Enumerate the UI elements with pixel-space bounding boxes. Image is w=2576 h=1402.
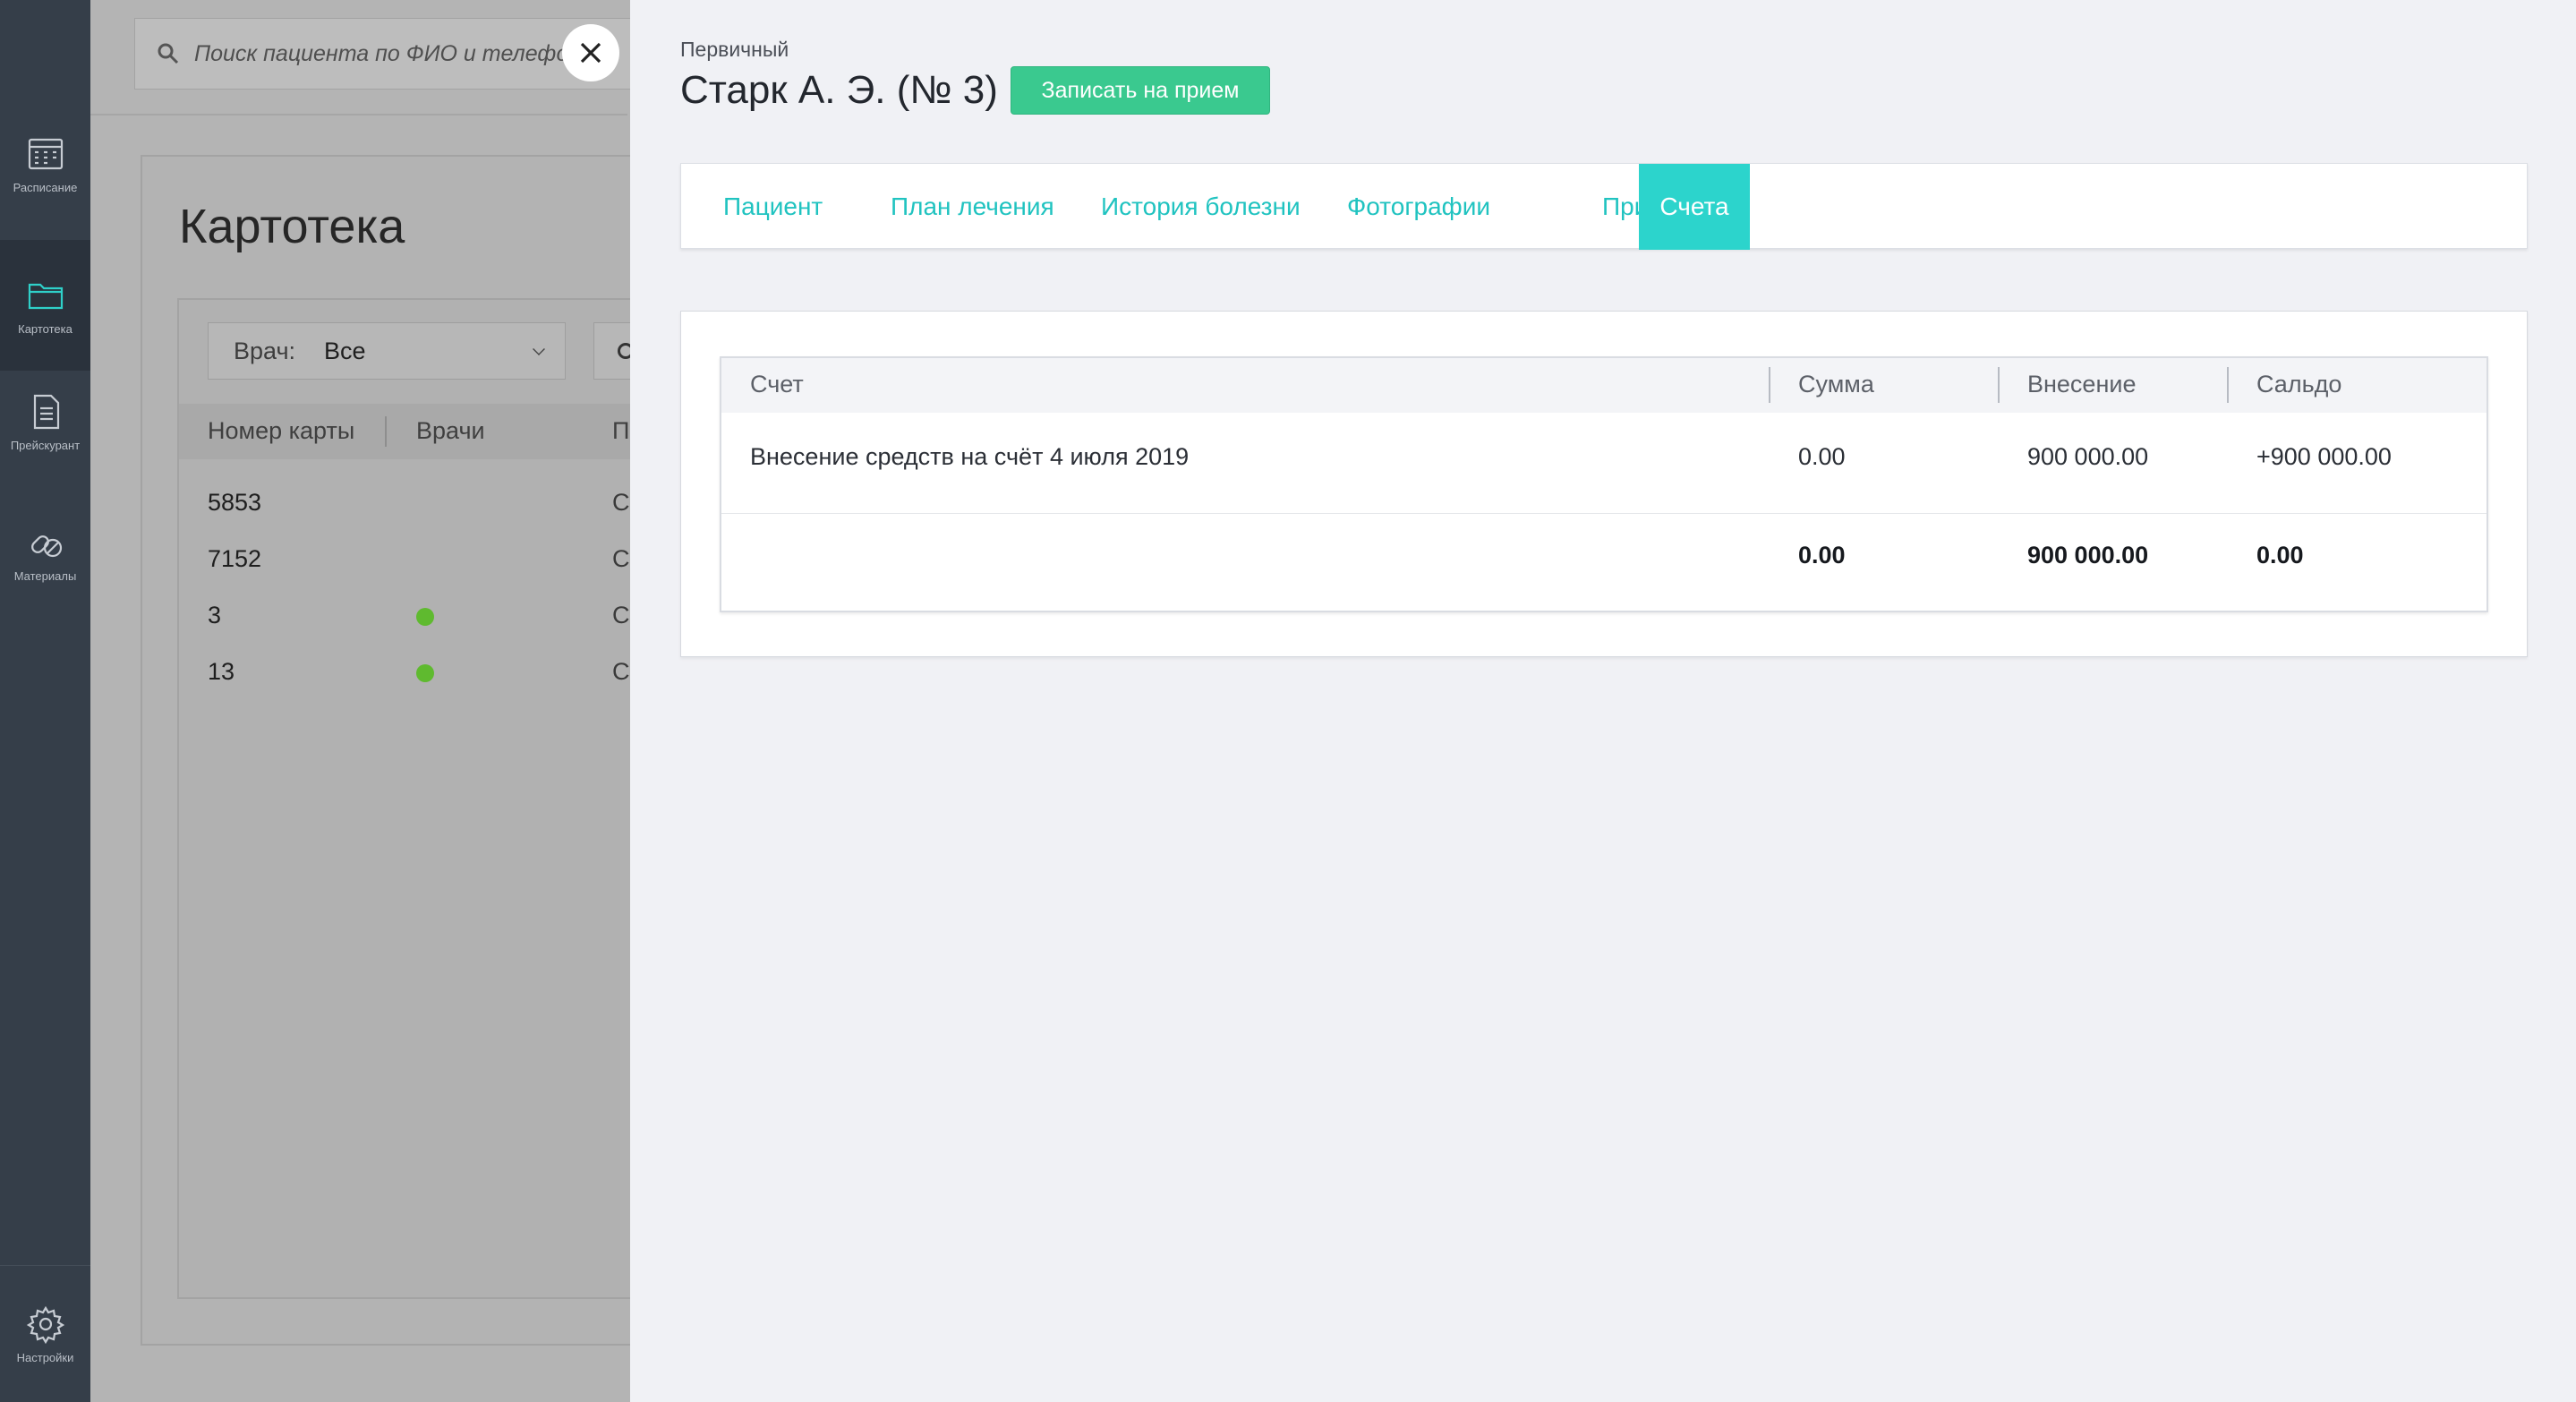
sidebar-item-settings[interactable]: Настройки [0,1266,90,1402]
table-row-number[interactable]: 3 [208,602,221,629]
column-divider [1769,367,1770,403]
accounts-table-header [721,358,2486,413]
column-header-sum: Сумма [1798,371,1874,398]
sidebar-footer: Настройки [0,1265,90,1402]
sidebar-item-schedule[interactable]: Расписание [0,98,90,229]
sidebar-item-label: Материалы [13,568,77,583]
document-icon [33,394,59,429]
gear-icon [26,1305,64,1344]
folder-icon [28,283,63,309]
tab-patient[interactable]: Пациент [702,164,844,250]
table-row-number[interactable]: 13 [208,658,235,686]
sidebar: Расписание Картотека Прейскурант Материа… [0,0,90,1402]
sidebar-item-pricelist[interactable]: Прейскурант [0,356,90,487]
doctor-status-dot [416,664,434,682]
column-header-doctors: Врачи [416,417,485,444]
search-placeholder: Поиск пациента по ФИО и телефону [194,40,593,66]
chevron-down-icon [533,343,545,355]
table-row-cell: С [612,489,630,516]
column-header-payment: Внесение [2027,371,2137,398]
tab-medical-history[interactable]: История болезни [1079,164,1322,250]
close-button[interactable] [562,24,619,81]
table-row-cell: С [612,658,630,685]
total-balance: 0.00 [2256,542,2304,568]
doctor-filter-value: Все [324,337,366,364]
total-sum: 0.00 [1798,542,1846,568]
column-header-balance: Сальдо [2256,371,2342,398]
table-row-number[interactable]: 7152 [208,545,261,573]
column-divider [1998,367,2000,403]
sidebar-item-label: Прейскурант [10,438,81,452]
tab-accounts[interactable]: Счета [1639,164,1750,250]
sidebar-item-label: Картотека [18,321,73,336]
patient-tabs: Пациент План лечения История болезни Фот… [680,163,2528,250]
column-divider [385,416,387,447]
totals-divider [721,513,2486,514]
table-row-cell: С [612,545,630,572]
search-icon [158,43,179,64]
pills-icon [30,534,62,557]
column-divider [2227,367,2229,403]
sidebar-item-label: Настройки [16,1351,74,1364]
table-row-cell: С [612,602,630,628]
sidebar-item-cards[interactable]: Картотека [0,240,90,371]
doctor-status-dot [416,608,434,626]
patient-status: Первичный [680,38,789,61]
account-sum: 0.00 [1798,443,1846,470]
doctor-filter-label: Врач: [234,337,296,364]
sidebar-item-label: Расписание [13,180,78,194]
doctor-filter-select[interactable]: Врач: Все [208,322,566,380]
patient-name: Старк А. Э. (№ 3) [680,68,998,112]
page-title: Картотека [179,200,405,253]
total-payment: 900 000.00 [2027,542,2149,568]
search-input[interactable]: Поиск пациента по ФИО и телефону [134,18,635,90]
book-appointment-button[interactable]: Записать на прием [1011,66,1270,115]
sidebar-item-materials[interactable]: Материалы [0,487,90,618]
header-divider [90,114,627,115]
column-header-card-number: Номер карты [208,417,355,444]
account-balance: +900 000.00 [2256,443,2392,470]
column-header-third: П [612,417,630,444]
calendar-icon [28,138,63,169]
close-icon [580,42,601,64]
table-row-number[interactable]: 5853 [208,489,261,517]
column-header-account: Счет [750,371,804,398]
account-description: Внесение средств на счёт 4 июля 2019 [750,443,1190,470]
tab-photos[interactable]: Фотографии [1326,164,1512,250]
tab-treatment-plan[interactable]: План лечения [869,164,1076,250]
account-payment: 900 000.00 [2027,443,2149,470]
